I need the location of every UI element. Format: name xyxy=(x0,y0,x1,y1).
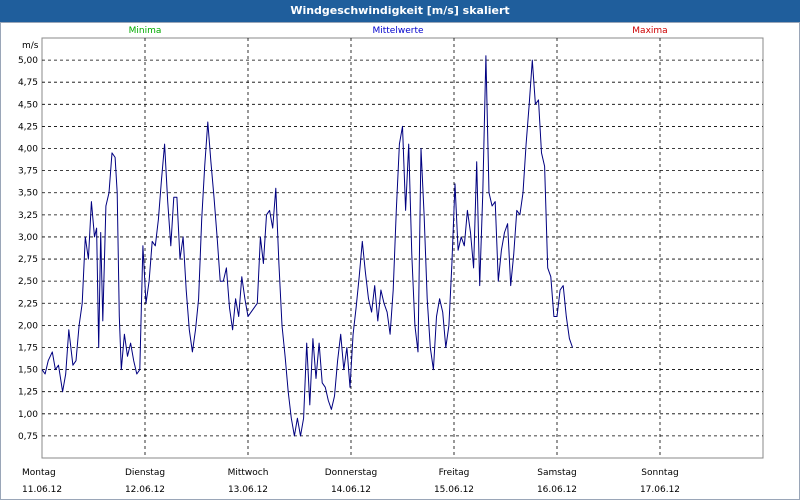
y-tick-label: 3,75 xyxy=(18,167,38,177)
y-tick-label: 1,00 xyxy=(18,410,38,420)
x-tick-day: Donnerstag xyxy=(325,468,378,478)
x-tick-date: 14.06.12 xyxy=(331,485,371,495)
y-tick-label: 4,75 xyxy=(18,78,38,88)
y-tick-labels: 0,75 1,00 1,25 1,50 1,75 2,00 2,25 2,50 2,75 3,00… xyxy=(18,56,38,442)
y-tick-label: 3,00 xyxy=(18,233,38,243)
x-tick-day: Freitag xyxy=(439,468,470,478)
y-tick-label: 2,25 xyxy=(18,299,38,309)
y-tick-label: 1,50 xyxy=(18,366,38,376)
y-tick-label: 2,00 xyxy=(18,321,38,331)
legend-mittelwerte: Mittelwerte xyxy=(372,26,423,36)
y-tick-label: 1,25 xyxy=(18,388,38,398)
y-tick-label: 2,75 xyxy=(18,255,38,265)
x-tick-day: Dienstag xyxy=(125,468,165,478)
legend-maxima: Maxima xyxy=(632,26,667,36)
y-tick-label: 4,25 xyxy=(18,122,38,132)
x-tick-day: Samstag xyxy=(537,468,576,478)
y-tick-label: 5,00 xyxy=(18,56,38,66)
y-tick-label: 3,50 xyxy=(18,189,38,199)
legend-minima: Minima xyxy=(129,26,162,36)
y-axis-label: m/s xyxy=(22,41,39,51)
plot-area xyxy=(41,37,764,459)
y-tick-label: 4,00 xyxy=(18,145,38,155)
x-tick-labels: Montag 11.06.12 Dienstag 12.06.12 Mittwoch 13… xyxy=(22,468,680,495)
wind-chart: 0,75 1,00 1,25 1,50 1,75 2,00 2,25 2,50 2,75 3,00… xyxy=(18,26,764,495)
y-tick-label: 1,75 xyxy=(18,343,38,353)
x-tick-day: Montag xyxy=(22,468,56,478)
y-tick-label: 3,25 xyxy=(18,211,38,221)
x-tick-day: Mittwoch xyxy=(228,468,269,478)
y-tick-label: 0,75 xyxy=(18,432,38,442)
x-tick-date: 17.06.12 xyxy=(640,485,680,495)
y-tick-label: 2,50 xyxy=(18,277,38,287)
x-tick-day: Sonntag xyxy=(641,468,678,478)
x-tick-date: 13.06.12 xyxy=(228,485,268,495)
x-tick-date: 15.06.12 xyxy=(434,485,474,495)
y-tick-label: 4,50 xyxy=(18,100,38,110)
x-tick-date: 16.06.12 xyxy=(537,485,577,495)
x-tick-date: 12.06.12 xyxy=(125,485,165,495)
x-tick-date: 11.06.12 xyxy=(22,485,62,495)
